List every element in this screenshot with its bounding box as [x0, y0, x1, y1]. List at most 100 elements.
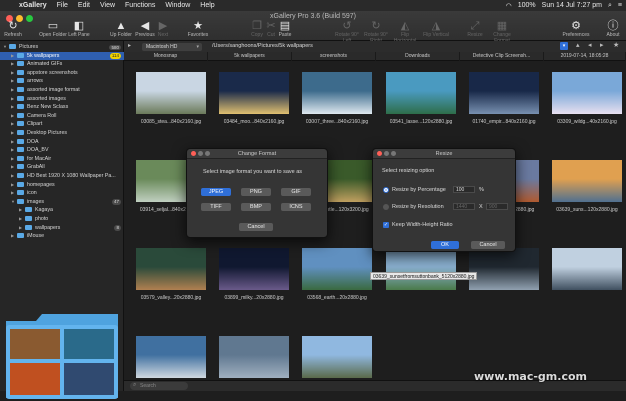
tree-item[interactable]: ▶ for MacAir — [0, 155, 124, 164]
thumbnail-image[interactable] — [136, 336, 206, 378]
tree-item[interactable]: ▼ images 47 — [0, 198, 124, 207]
thumbnail-image[interactable] — [302, 248, 372, 290]
tree-item[interactable]: ▶ photo — [0, 215, 124, 224]
thumbnail-image[interactable] — [469, 248, 539, 290]
tree-item[interactable]: ▶ appstore screenshots — [0, 69, 124, 78]
tree-item[interactable]: ▶ assorted images — [0, 95, 124, 104]
format-gif-button[interactable]: GIF — [281, 188, 311, 196]
format-cancel-button[interactable]: Cancel — [239, 223, 273, 231]
tree-item[interactable]: ▶ wallpapers 8 — [0, 224, 124, 233]
thumbnail-image[interactable] — [136, 72, 206, 114]
tree-item[interactable]: ▶ HD Best 1920 X 1080 Wallpaper Pa... — [0, 172, 124, 181]
thumbnail-image[interactable] — [552, 248, 622, 290]
path-dropdown-button[interactable]: ▾ — [560, 42, 568, 50]
keep-ratio-checkbox[interactable]: ✓ — [383, 222, 389, 228]
forward-arrow-icon[interactable]: ▸ — [600, 41, 604, 49]
tree-item[interactable]: ▶ Animated GIFs — [0, 60, 124, 69]
folder-icon — [17, 190, 24, 196]
folder-icon — [17, 112, 24, 118]
recent-folder-tab[interactable]: Detective Clip Screensh... — [460, 52, 544, 61]
dialog-close-button[interactable] — [377, 151, 382, 156]
thumbnail-image[interactable] — [136, 248, 206, 290]
spotlight-icon[interactable]: ⌕ — [608, 2, 612, 10]
about-button[interactable]: ⓘ About — [598, 20, 626, 38]
percentage-input[interactable]: 100 — [453, 186, 475, 193]
thumbnail-image[interactable] — [219, 248, 289, 290]
menu-help[interactable]: Help — [200, 2, 214, 9]
thumbnail-image[interactable] — [469, 72, 539, 114]
tree-item[interactable]: ▶ Camera Roll — [0, 112, 124, 121]
resize-resolution-radio[interactable] — [383, 204, 389, 210]
change-format-icon: ▦ — [496, 20, 508, 32]
resize-button[interactable]: ⤢ Resize — [460, 20, 490, 38]
thumbnail-image[interactable] — [302, 72, 372, 114]
path-text[interactable]: /Users/sanghoons/Pictures/5k wallpapers — [212, 41, 313, 52]
sidebar-toggle-icon[interactable]: ▸ — [128, 42, 131, 49]
format-jpeg-button[interactable]: JPEG — [201, 188, 231, 196]
up-arrow-icon[interactable]: ▴ — [576, 41, 580, 49]
wifi-icon[interactable]: ◠ — [506, 2, 512, 10]
thumbnail-image[interactable] — [386, 72, 456, 114]
recent-folder-tab[interactable]: Downloads — [376, 52, 460, 61]
recent-folder-tab[interactable]: 2019-07-14, 18:05:28 — [544, 52, 626, 61]
favorites-button[interactable]: ★ Favorites — [183, 20, 213, 38]
clock[interactable]: Sun 14 Jul 7:27 pm — [542, 2, 602, 9]
tree-item[interactable]: ▶ Kagaya — [0, 206, 124, 215]
format-png-button[interactable]: PNG — [241, 188, 271, 196]
volume-selector[interactable]: Macintosh HD ▾ — [142, 42, 202, 51]
menu-list-icon[interactable]: ≡ — [618, 2, 622, 9]
tree-item[interactable]: ▼ Pictures 580 — [0, 43, 124, 52]
battery-level[interactable]: 100% — [518, 2, 536, 9]
left-pane-button[interactable]: ◧ Left Pane — [64, 20, 94, 38]
tree-item[interactable]: ▶ icon — [0, 189, 124, 198]
preferences-button[interactable]: ⚙ Preferences — [561, 20, 591, 38]
thumbnail-caption: 01740_empir...840x2160.jpg — [472, 119, 536, 125]
menu-edit[interactable]: Edit — [78, 2, 90, 9]
tree-item[interactable]: ▶ 5k wallpapers 114 — [0, 51, 124, 61]
menu-window[interactable]: Window — [165, 2, 190, 9]
paste-button[interactable]: ▤ Paste — [270, 20, 300, 38]
menu-functions[interactable]: Functions — [125, 2, 155, 9]
thumbnail-image[interactable] — [386, 248, 456, 290]
thumbnail-image[interactable] — [302, 336, 372, 378]
thumbnail-image[interactable] — [552, 160, 622, 202]
back-arrow-icon[interactable]: ◂ — [588, 41, 592, 49]
tree-item[interactable]: ▶ iMouse — [0, 232, 124, 241]
tree-item[interactable]: ▶ DOA — [0, 138, 124, 147]
flip-vertical-button[interactable]: ◮ Flip Vertical — [421, 20, 451, 38]
height-input[interactable]: 900 — [486, 203, 508, 210]
dialog-close-button[interactable] — [191, 151, 196, 156]
menu-view[interactable]: View — [100, 2, 115, 9]
tree-item[interactable]: ▶ arrows — [0, 77, 124, 86]
times-sign: X — [479, 204, 483, 210]
tree-item[interactable]: ▶ DOA_BV — [0, 146, 124, 155]
tree-item[interactable]: ▶ Clipart — [0, 120, 124, 129]
resize-percentage-radio[interactable] — [383, 187, 389, 193]
format-icns-button[interactable]: ICNS — [281, 203, 311, 211]
menu-app-name[interactable]: xGallery — [19, 2, 47, 9]
format-bmp-button[interactable]: BMP — [241, 203, 271, 211]
search-input[interactable]: Search — [130, 382, 188, 390]
resize-prompt: Select resizing option — [382, 168, 435, 174]
tree-item[interactable]: ▶ Desktop Pictures — [0, 129, 124, 138]
format-tiff-button[interactable]: TIFF — [201, 203, 231, 211]
refresh-button[interactable]: ↻ Refresh — [0, 20, 28, 38]
thumbnail-image[interactable] — [219, 336, 289, 378]
tree-item[interactable]: ▶ GrabAll — [0, 163, 124, 172]
resize-ok-button[interactable]: OK — [431, 241, 459, 249]
width-input[interactable]: 1440 — [453, 203, 475, 210]
tree-item[interactable]: ▶ Benz New Sclass — [0, 103, 124, 112]
favorite-star-icon[interactable]: ★ — [613, 41, 619, 49]
tree-item[interactable]: ▶ assorted image format — [0, 86, 124, 95]
recent-folder-tab[interactable]: Monosnap — [124, 52, 208, 61]
recent-folder-tab[interactable]: screenshots — [292, 52, 376, 61]
menu-file[interactable]: File — [57, 2, 68, 9]
folder-icon — [25, 207, 32, 213]
thumbnail-image[interactable] — [219, 72, 289, 114]
resize-cancel-button[interactable]: Cancel — [471, 241, 505, 249]
thumbnail-image[interactable] — [552, 72, 622, 114]
thumbnail-caption: 03085_stea...840x2160.jpg — [140, 119, 202, 125]
recent-folder-tab[interactable]: 5k wallpapers — [208, 52, 292, 61]
tree-item[interactable]: ▶ homepages — [0, 181, 124, 190]
next-button[interactable]: ▶ Next — [148, 20, 178, 38]
